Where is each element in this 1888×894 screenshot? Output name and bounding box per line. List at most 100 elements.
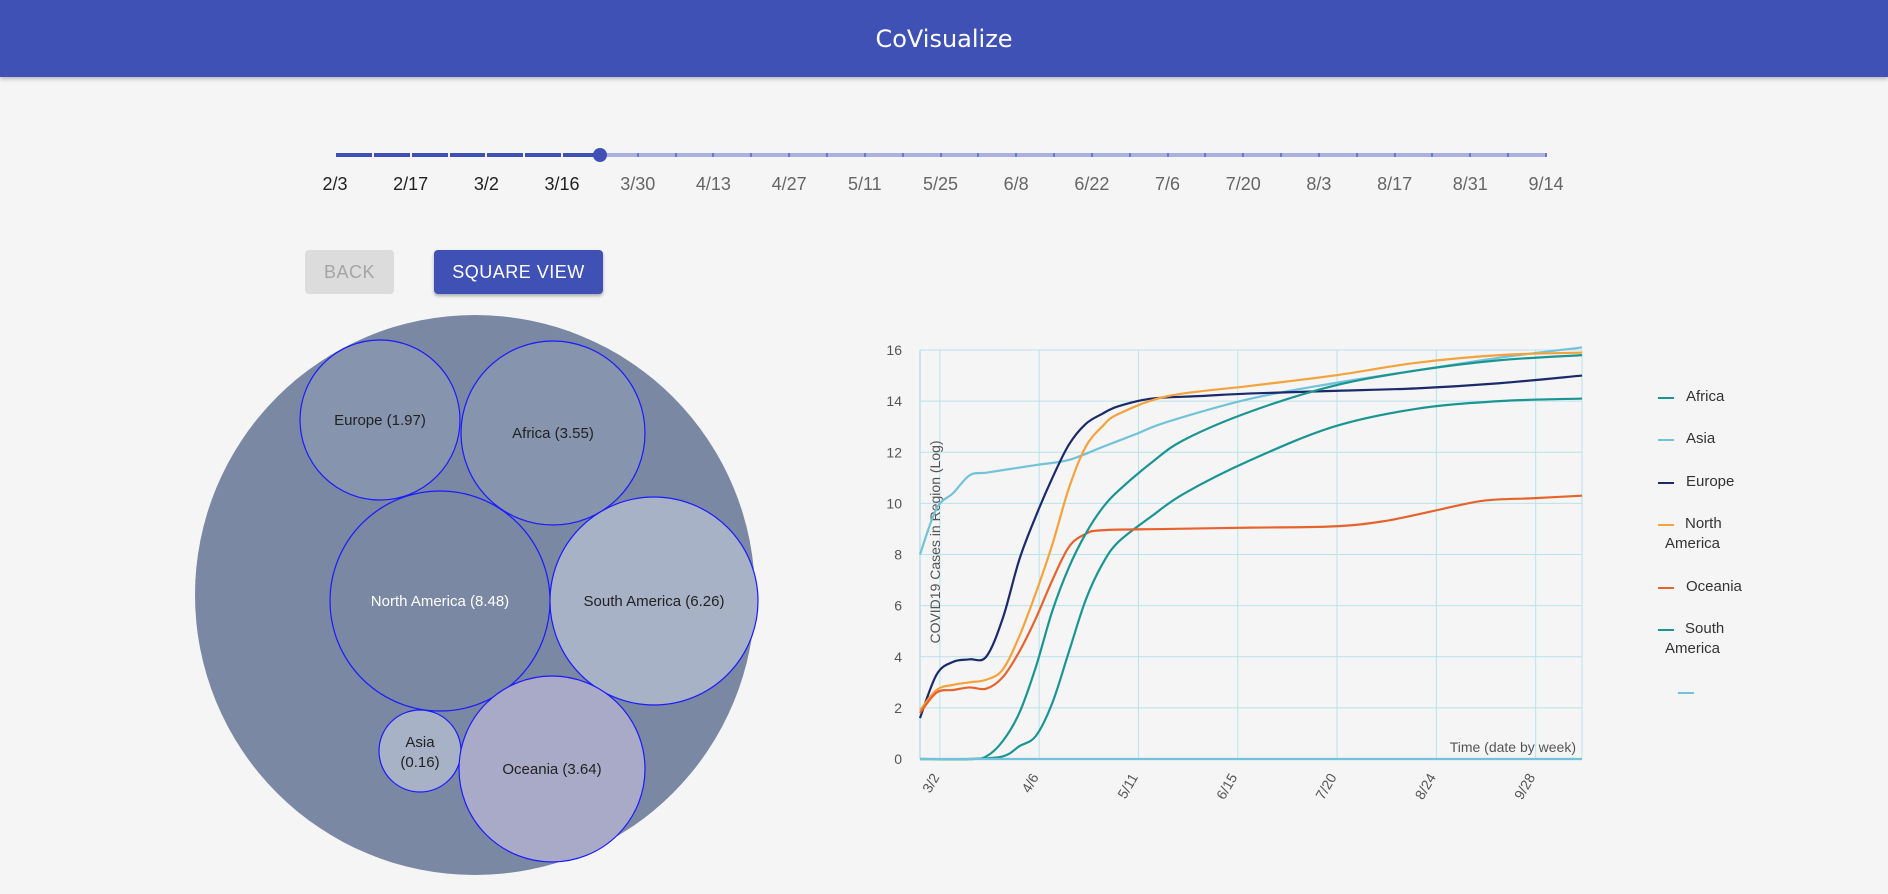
slider-mark bbox=[1204, 153, 1207, 157]
slider-mark bbox=[788, 153, 791, 157]
bubble-label: Oceania (3.64) bbox=[502, 761, 601, 778]
slider-mark bbox=[1166, 153, 1169, 157]
bubble-europe[interactable]: Europe (1.97) bbox=[299, 339, 461, 501]
slider-mark bbox=[1393, 153, 1396, 157]
back-button[interactable]: BACK bbox=[305, 250, 394, 294]
slider-mark bbox=[371, 153, 374, 157]
x-tick-label: 3/2 bbox=[919, 770, 943, 795]
x-tick-label: 9/28 bbox=[1511, 770, 1539, 800]
slider-label[interactable]: 7/6 bbox=[1155, 174, 1180, 195]
y-tick-label: 10 bbox=[886, 495, 902, 511]
legend-swatch bbox=[1658, 482, 1674, 484]
slider-mark bbox=[712, 153, 715, 157]
slider-mark bbox=[1469, 153, 1472, 157]
slider-mark bbox=[1090, 153, 1093, 157]
legend-swatch bbox=[1658, 524, 1674, 526]
bubble-north-america[interactable]: North America (8.48) bbox=[329, 490, 551, 712]
x-tick-label: 7/20 bbox=[1312, 770, 1340, 800]
slider-mark bbox=[1242, 153, 1245, 157]
slider-mark bbox=[1280, 153, 1283, 157]
slider-label[interactable]: 3/30 bbox=[620, 174, 655, 195]
y-tick-label: 12 bbox=[886, 444, 902, 460]
slider-label[interactable]: 9/14 bbox=[1528, 174, 1563, 195]
legend-swatch bbox=[1658, 397, 1674, 399]
y-tick-label: 6 bbox=[894, 598, 902, 614]
slider-mark bbox=[939, 153, 942, 157]
x-axis-label: Time (date by week) bbox=[1450, 739, 1576, 755]
slider-label[interactable]: 3/2 bbox=[474, 174, 499, 195]
series-line-asia[interactable] bbox=[918, 346, 1583, 555]
slider-label[interactable]: 6/22 bbox=[1074, 174, 1109, 195]
legend-swatch bbox=[1658, 629, 1674, 631]
bubble-circle[interactable] bbox=[378, 709, 462, 793]
slider-mark bbox=[1015, 153, 1018, 157]
slider-thumb[interactable] bbox=[592, 148, 607, 162]
bubble-label: North America (8.48) bbox=[371, 593, 509, 610]
slider-mark bbox=[1317, 153, 1320, 157]
slider-mark bbox=[674, 153, 677, 157]
slider-mark bbox=[750, 153, 753, 157]
slider-label[interactable]: 2/3 bbox=[322, 174, 347, 195]
bubble-oceania[interactable]: Oceania (3.64) bbox=[458, 675, 646, 863]
x-tick-label: 8/24 bbox=[1411, 770, 1439, 800]
y-tick-label: 8 bbox=[894, 547, 902, 563]
y-tick-label: 16 bbox=[886, 342, 902, 358]
x-tick-label: 4/6 bbox=[1018, 770, 1042, 795]
slider-mark bbox=[523, 153, 526, 157]
slider-mark bbox=[485, 153, 488, 157]
bubble-label: Africa (3.55) bbox=[512, 425, 594, 442]
y-tick-label: 2 bbox=[894, 700, 902, 716]
series-line-oceania[interactable] bbox=[919, 494, 1583, 714]
y-tick-label: 0 bbox=[894, 751, 902, 767]
legend-label: North bbox=[1685, 515, 1722, 532]
square-view-button[interactable]: SQUARE VIEW bbox=[434, 250, 603, 294]
legend-label: Europe bbox=[1686, 473, 1735, 490]
slider-mark bbox=[409, 153, 412, 157]
slider-label[interactable]: 8/31 bbox=[1453, 174, 1488, 195]
date-slider[interactable]: 2/3 2/17 3/2 3/16 3/30 4/13 4/27 5/11 5/25 6/8 6/2… bbox=[0, 0, 1888, 220]
legend-label: America bbox=[1665, 640, 1721, 657]
slider-label[interactable]: 3/16 bbox=[545, 174, 580, 195]
slider-mark bbox=[977, 153, 980, 157]
slider-mark bbox=[901, 153, 904, 157]
slider-mark bbox=[1545, 153, 1547, 157]
x-tick-label: 5/11 bbox=[1114, 770, 1141, 800]
bubble-south-america[interactable]: South America (6.26) bbox=[549, 496, 759, 706]
slider-mark bbox=[1053, 153, 1056, 157]
slider-label[interactable]: 5/25 bbox=[923, 174, 958, 195]
slider-label[interactable]: 7/20 bbox=[1226, 174, 1261, 195]
slider-label[interactable]: 2/17 bbox=[393, 174, 428, 195]
bubble-label: South America (6.26) bbox=[584, 593, 725, 610]
slider-label[interactable]: 8/17 bbox=[1377, 174, 1412, 195]
bubble-asia[interactable]: Asia (0.16) bbox=[378, 709, 462, 793]
slider-label[interactable]: 4/13 bbox=[696, 174, 731, 195]
slider-mark bbox=[447, 153, 450, 157]
slider-mark bbox=[334, 153, 336, 157]
legend-swatch bbox=[1658, 587, 1674, 589]
slider-mark bbox=[1128, 153, 1131, 157]
slider-label[interactable]: 6/8 bbox=[1004, 174, 1029, 195]
bubble-label: Europe (1.97) bbox=[334, 412, 426, 429]
y-tick-label: 14 bbox=[886, 393, 902, 409]
slider-label[interactable]: 5/11 bbox=[848, 174, 882, 195]
series-line-europe[interactable] bbox=[918, 374, 1583, 719]
bubble-chart: Europe (1.97) Africa (3.55) North America … bbox=[195, 315, 759, 875]
slider-mark bbox=[1431, 153, 1434, 157]
slider-mark bbox=[863, 153, 866, 157]
y-axis-label: COVID19 Cases in Region (Log) bbox=[927, 440, 943, 643]
slider-mark bbox=[825, 153, 828, 157]
bubble-africa[interactable]: Africa (3.55) bbox=[460, 340, 646, 526]
slider-label[interactable]: 4/27 bbox=[772, 174, 807, 195]
slider-label[interactable]: 8/3 bbox=[1306, 174, 1331, 195]
legend-swatch bbox=[1658, 439, 1674, 441]
slider-mark bbox=[1355, 153, 1358, 157]
legend-label: America bbox=[1665, 535, 1721, 552]
slider-mark bbox=[1507, 153, 1510, 157]
legend-label: Africa bbox=[1686, 388, 1725, 405]
y-tick-label: 4 bbox=[894, 649, 902, 665]
line-chart: 0 2 4 6 8 10 12 14 16 3/2 4/6 5/11 6/15 7/20 8/24 9/28 C… bbox=[886, 342, 1583, 800]
slider-mark bbox=[636, 153, 639, 157]
legend-label: South bbox=[1685, 620, 1725, 637]
legend-label: Asia bbox=[1686, 430, 1716, 447]
slider-mark bbox=[561, 153, 564, 157]
